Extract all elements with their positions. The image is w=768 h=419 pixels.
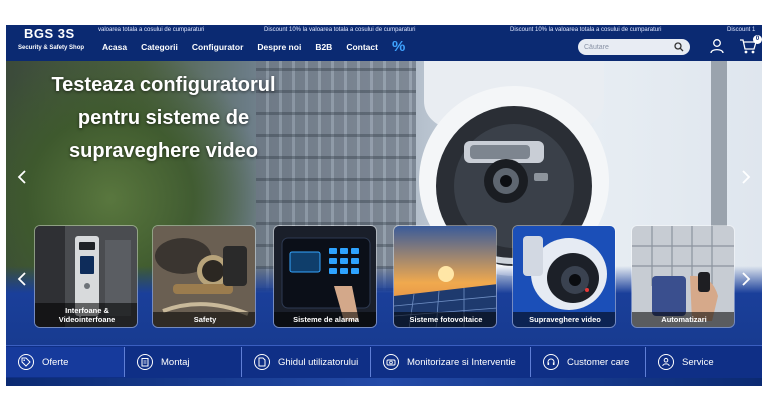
- service-label: Ghidul utilizatorului: [278, 356, 359, 368]
- tag-icon: [18, 354, 34, 370]
- category-tile-fotovoltaice[interactable]: Sisteme fotovoltaice: [393, 225, 497, 328]
- hero-next-arrow-icon[interactable]: [740, 169, 752, 185]
- category-tile-alarma[interactable]: Sisteme de alarma: [273, 225, 377, 328]
- service-ghid[interactable]: Ghidul utilizatorului: [241, 347, 370, 377]
- user-icon[interactable]: [709, 38, 725, 54]
- nav-b2b[interactable]: B2B: [315, 42, 332, 52]
- category-tile-safety[interactable]: Safety: [152, 225, 256, 328]
- category-label: Sisteme fotovoltaice: [394, 312, 496, 327]
- search-box: [578, 39, 690, 55]
- nav-categorii[interactable]: Categorii: [141, 42, 178, 52]
- search-icon[interactable]: [674, 42, 684, 52]
- hero-title-line: pentru sisteme de: [77, 107, 250, 129]
- nav-despre-noi[interactable]: Despre noi: [257, 42, 301, 52]
- hero-title-line: supraveghere video: [69, 140, 258, 162]
- service-label: Monitorizare si Interventie: [407, 356, 516, 368]
- logo-subtitle: Security & Safety Shop: [18, 45, 85, 51]
- promo-text: valoarea totala a cosului de cumparaturi: [98, 27, 205, 33]
- hero-title-line: Testeaza configuratorul: [51, 74, 276, 96]
- hero-banner[interactable]: Testeaza configuratorul pentru sisteme d…: [6, 61, 762, 357]
- site-logo[interactable]: BGS 3S Security & Safety Shop: [16, 26, 96, 58]
- clipboard-icon: [137, 354, 153, 370]
- hero-title: Testeaza configuratorul pentru sisteme d…: [26, 69, 301, 168]
- logo-title: BGS 3S: [24, 26, 75, 41]
- percent-icon[interactable]: %: [392, 39, 405, 54]
- service-label: Oferte: [42, 356, 69, 368]
- category-label: Sisteme de alarma: [274, 312, 376, 327]
- site-header: valoarea totala a cosului de cumparaturi…: [6, 25, 762, 61]
- service-label: Montaj: [161, 356, 190, 368]
- search-input[interactable]: [584, 41, 672, 53]
- services-bar: Oferte Montaj Ghidul utilizatorului Moni…: [6, 345, 762, 378]
- main-nav: Acasa Categorii Configurator Despre noi …: [102, 39, 405, 54]
- category-label: Interfoane & Videointerfoane: [35, 303, 137, 327]
- headset-icon: [543, 354, 559, 370]
- category-tile-automatizari[interactable]: Automatizari: [631, 225, 735, 328]
- category-label: Supraveghere video: [513, 312, 615, 327]
- promo-marquee: valoarea totala a cosului de cumparaturi…: [6, 27, 762, 36]
- service-service[interactable]: Service: [645, 347, 762, 377]
- service-monitorizare[interactable]: Monitorizare si Interventie: [370, 347, 530, 377]
- categories-next-arrow-icon[interactable]: [740, 271, 752, 287]
- cart-count-badge: 0: [753, 35, 762, 44]
- person-icon: [658, 354, 674, 370]
- promo-text: Discount 10% la valoarea totala a cosulu…: [510, 27, 662, 33]
- service-oferte[interactable]: Oferte: [6, 347, 124, 377]
- service-customer-care[interactable]: Customer care: [530, 347, 645, 377]
- page: valoarea totala a cosului de cumparaturi…: [0, 0, 768, 419]
- category-tile-supraveghere[interactable]: Supraveghere video: [512, 225, 616, 328]
- promo-text: Discount 10% la valoarea totala a cosulu…: [264, 27, 416, 33]
- footer-strip: [6, 378, 762, 386]
- promo-text: Discount 1: [727, 27, 756, 33]
- camera-icon: [383, 354, 399, 370]
- service-label: Service: [682, 356, 714, 368]
- nav-configurator[interactable]: Configurator: [192, 42, 243, 52]
- category-tile-interfoane[interactable]: Interfoane & Videointerfoane: [34, 225, 138, 328]
- nav-acasa[interactable]: Acasa: [102, 42, 127, 52]
- service-label: Customer care: [567, 356, 630, 368]
- category-label: Safety: [153, 312, 255, 327]
- service-montaj[interactable]: Montaj: [124, 347, 241, 377]
- nav-contact[interactable]: Contact: [346, 42, 378, 52]
- document-icon: [254, 354, 270, 370]
- categories-prev-arrow-icon[interactable]: [16, 271, 28, 287]
- category-label: Automatizari: [632, 312, 734, 327]
- hero-prev-arrow-icon[interactable]: [16, 169, 28, 185]
